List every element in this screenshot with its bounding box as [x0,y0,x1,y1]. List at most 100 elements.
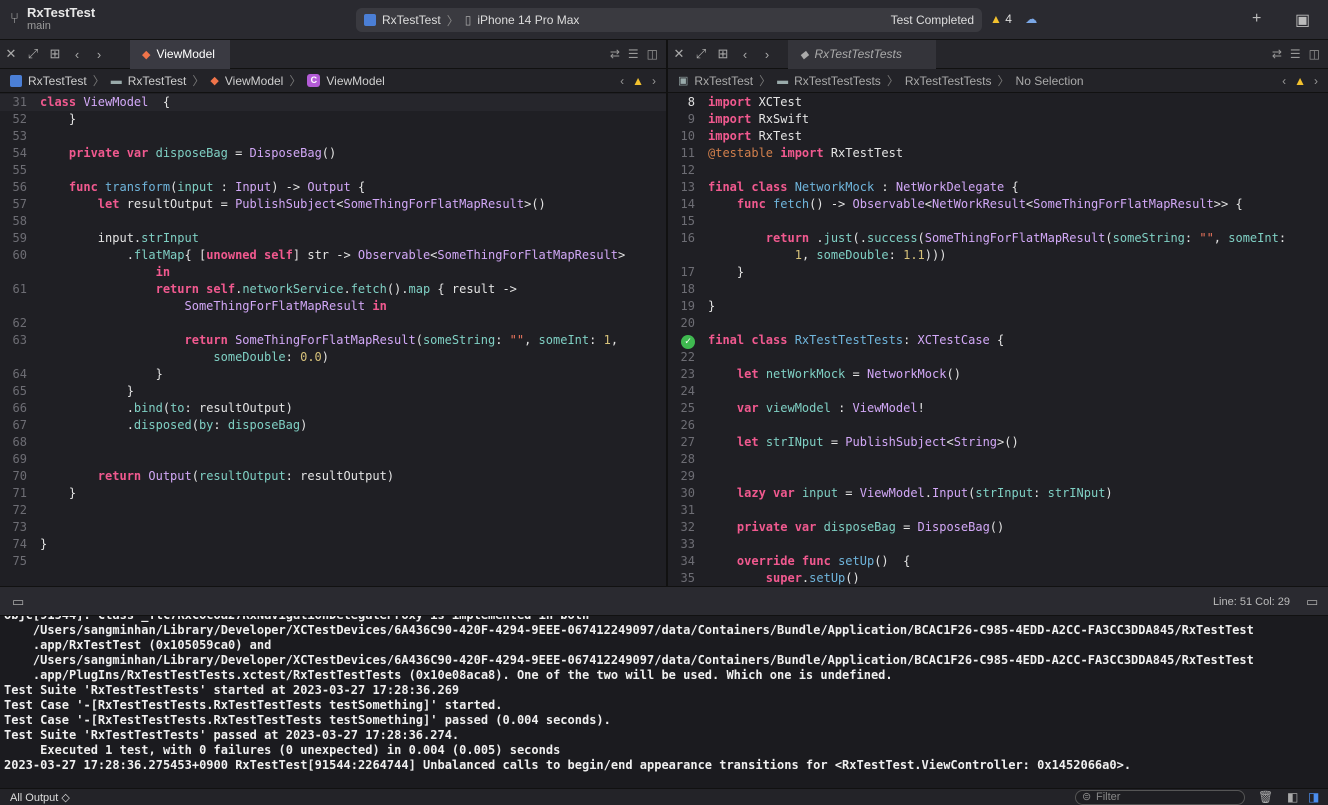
code-line[interactable]: 23 let netWorkMock = NetworkMock() [668,366,1328,383]
code-line[interactable]: 31 [668,502,1328,519]
filter-field[interactable]: ⊜ Filter [1075,790,1245,805]
forward-icon[interactable]: › [88,47,110,62]
tab-rxtesttesttests[interactable]: ◆ RxTestTestTests [788,39,936,69]
close-icon[interactable]: ✕ [668,46,690,62]
split-icon[interactable]: ◫ [1309,47,1320,61]
refresh-icon[interactable]: ⇄ [610,47,620,61]
code-line[interactable]: 24 [668,383,1328,400]
tab-viewmodel[interactable]: ◆ ViewModel [130,39,230,69]
code-line[interactable]: 20 [668,315,1328,332]
panel-toggle-icon[interactable]: ▭ [1306,594,1318,610]
code-line[interactable]: 17 } [668,264,1328,281]
crumb-file[interactable]: ViewModel [225,74,283,88]
code-line[interactable]: 8 import XCTest [668,94,1328,111]
code-line[interactable]: 18 [668,281,1328,298]
lines-icon[interactable]: ☰ [628,47,639,61]
code-line[interactable]: 19} [668,298,1328,315]
code-line[interactable]: 35 super.setUp() [668,570,1328,586]
next-issue-icon[interactable]: › [1314,74,1318,88]
code-line[interactable]: 67 .disposed(by: disposeBag) [0,417,666,434]
crumb-symbol[interactable]: ViewModel [326,74,384,88]
code-line[interactable]: 32 private var disposeBag = DisposeBag() [668,519,1328,536]
code-line[interactable]: 62 [0,315,666,332]
crumb-project[interactable]: RxTestTest [28,74,87,88]
code-line[interactable]: 15 [668,213,1328,230]
crumb-folder[interactable]: RxTestTest [128,74,187,88]
left-code-editor[interactable]: 31 class ViewModel {52 } 53 54 private var … [0,94,666,586]
test-passed-icon[interactable]: ✓ [681,335,695,349]
code-line[interactable]: 56 func transform(input : Input) -> Outp… [0,179,666,196]
code-line[interactable]: 16 return .just(.success(SomeThingForFla… [668,230,1328,247]
code-line[interactable]: 22 [668,349,1328,366]
warning-icon[interactable]: ▲ [632,74,644,88]
inspector-toggle-icon[interactable]: ▣ [1295,10,1310,30]
hide-debug-area-icon[interactable]: ▭ [12,594,24,610]
code-line[interactable]: 11 @testable import RxTestTest [668,145,1328,162]
split-icon[interactable]: ◫ [647,47,658,61]
code-line[interactable]: 9 import RxSwift [668,111,1328,128]
code-line[interactable]: 73 [0,519,666,536]
code-line[interactable]: 72 [0,502,666,519]
code-line[interactable]: SomeThingForFlatMapResult in [0,298,666,315]
crumb-symbol[interactable]: No Selection [1016,74,1084,88]
lines-icon[interactable]: ☰ [1290,47,1301,61]
code-line[interactable]: in [0,264,666,281]
code-line[interactable]: 71 } [0,485,666,502]
code-line[interactable]: 63 return SomeThingForFlatMapResult(some… [0,332,666,349]
code-line[interactable]: 25 var viewModel : ViewModel! [668,400,1328,417]
code-line[interactable]: 65 } [0,383,666,400]
code-line[interactable]: 58 [0,213,666,230]
console-view-icon[interactable]: ◨ [1308,790,1319,804]
warning-icon[interactable]: ▲ [1294,74,1306,88]
code-line[interactable]: 61 return self.networkService.fetch().ma… [0,281,666,298]
code-line[interactable]: 13 final class NetworkMock : NetWorkDeleg… [668,179,1328,196]
code-line[interactable]: 57 let resultOutput = PublishSubject<Som… [0,196,666,213]
scheme-selector[interactable]: RxTestTest 〉 ▯ iPhone 14 Pro Max Test Co… [356,8,982,32]
code-line[interactable]: 59 input.strInput [0,230,666,247]
code-line[interactable]: 34 override func setUp() { [668,553,1328,570]
right-code-editor[interactable]: 8 import XCTest 9 import RxSwift 10 import Rx… [668,94,1328,586]
expand-icon[interactable]: ⤢ [690,46,712,62]
warnings-indicator[interactable]: ▲ 4 ☁ [990,12,1037,26]
grid-icon[interactable]: ⊞ [44,46,66,62]
add-icon[interactable]: + [1252,10,1261,28]
forward-icon[interactable]: › [756,47,778,62]
code-line[interactable]: 75 [0,553,666,570]
code-line[interactable]: someDouble: 0.0) [0,349,666,366]
code-line[interactable]: 54 private var disposeBag = DisposeBag() [0,145,666,162]
code-line[interactable]: 31 class ViewModel { [0,94,666,111]
code-line[interactable]: 74} [0,536,666,553]
code-line[interactable]: 55 [0,162,666,179]
code-line[interactable]: 28 [668,451,1328,468]
code-line[interactable]: 53 [0,128,666,145]
next-issue-icon[interactable]: › [652,74,656,88]
crumb-project[interactable]: RxTestTest [694,74,753,88]
code-line[interactable]: 26 [668,417,1328,434]
code-line[interactable]: 12 [668,162,1328,179]
output-selector[interactable]: All Output ◇ [10,791,70,804]
console-output[interactable]: objc[91544]: Class _TtC7RxCocoa27RxNavig… [0,616,1328,788]
code-line[interactable]: 27 let strINput = PublishSubject<String>… [668,434,1328,451]
crumb-folder[interactable]: RxTestTestTests [794,74,881,88]
back-icon[interactable]: ‹ [66,47,88,62]
code-line[interactable]: 69 [0,451,666,468]
grid-icon[interactable]: ⊞ [712,46,734,62]
code-line[interactable]: ✓ final class RxTestTestTests: XCTestCase… [668,332,1328,349]
back-icon[interactable]: ‹ [734,47,756,62]
code-line[interactable]: 66 .bind(to: resultOutput) [0,400,666,417]
code-line[interactable]: 30 lazy var input = ViewModel.Input(strI… [668,485,1328,502]
code-line[interactable]: 52 } [0,111,666,128]
trash-icon[interactable]: 🗑 [1258,790,1273,804]
code-line[interactable]: 68 [0,434,666,451]
code-line[interactable]: 29 [668,468,1328,485]
variables-view-icon[interactable]: ◧ [1287,790,1298,804]
refresh-icon[interactable]: ⇄ [1272,47,1282,61]
code-line[interactable]: 14 func fetch() -> Observable<NetWorkRes… [668,196,1328,213]
code-line[interactable]: 70 return Output(resultOutput: resultOut… [0,468,666,485]
code-line[interactable]: 60 .flatMap{ [unowned self] str -> Obser… [0,247,666,264]
close-icon[interactable]: ✕ [0,46,22,62]
code-line[interactable]: 1, someDouble: 1.1))) [668,247,1328,264]
scheme-name[interactable]: RxTestTest [382,13,441,27]
code-line[interactable]: 33 [668,536,1328,553]
code-line[interactable]: 10 import RxTest [668,128,1328,145]
